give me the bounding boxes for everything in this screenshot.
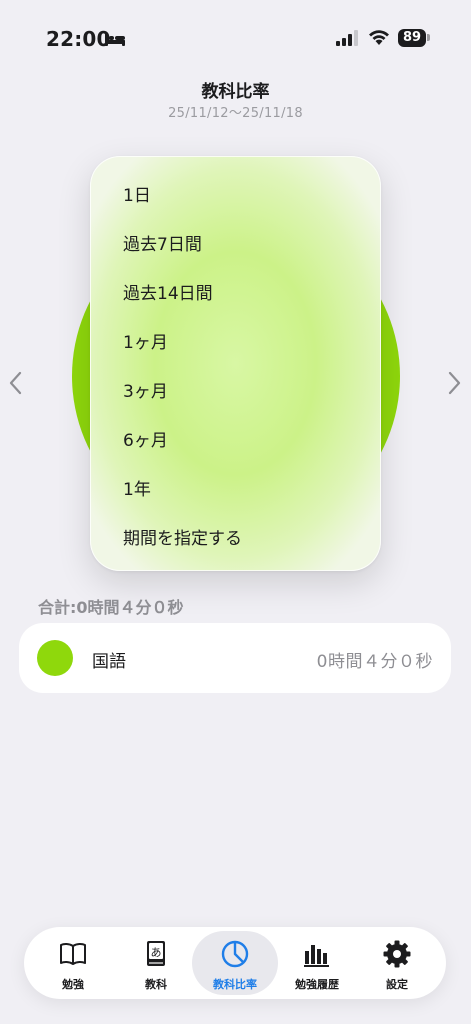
menu-item-custom-range[interactable]: 期間を指定する bbox=[123, 524, 242, 549]
menu-item-6-months[interactable]: 6ヶ月 bbox=[123, 426, 168, 451]
tab-subject-ratio[interactable]: 教科比率 bbox=[192, 931, 278, 995]
tab-settings[interactable]: 設定 bbox=[354, 931, 440, 995]
page-title: 教科比率 bbox=[201, 82, 270, 102]
menu-item-1-month[interactable]: 1ヶ月 bbox=[123, 328, 168, 353]
tab-study-history-label: 勉強履歴 bbox=[295, 978, 339, 991]
tab-bar: 勉強 あ 教科 教科比率 勉強履歴 設定 bbox=[24, 927, 446, 999]
chevron-right-icon[interactable] bbox=[444, 370, 464, 396]
book-icon bbox=[60, 942, 86, 965]
bed-icon bbox=[105, 33, 125, 46]
period-menu: 1日 過去7日間 過去14日間 1ヶ月 3ヶ月 6ヶ月 1年 期間を指定する bbox=[90, 156, 381, 571]
subject-name: 国語 bbox=[92, 652, 126, 672]
tab-subject-ratio-label: 教科比率 bbox=[213, 978, 257, 991]
subject-time: 0時間４分０秒 bbox=[316, 652, 433, 672]
menu-item-3-months[interactable]: 3ヶ月 bbox=[123, 377, 168, 402]
subject-color-dot bbox=[37, 640, 73, 676]
status-time: 22:00 bbox=[46, 27, 111, 51]
tab-subjects[interactable]: あ 教科 bbox=[113, 931, 199, 995]
signal-icon bbox=[336, 30, 358, 46]
menu-item-7-days[interactable]: 過去7日間 bbox=[123, 230, 202, 255]
battery-indicator: 89 bbox=[398, 29, 426, 47]
tab-settings-label: 設定 bbox=[386, 978, 408, 991]
tab-subjects-label: 教科 bbox=[145, 978, 167, 991]
date-range: 25/11/12～25/11/18 bbox=[168, 106, 303, 121]
bar-chart-icon bbox=[304, 945, 329, 967]
battery-cap bbox=[427, 34, 430, 41]
status-bar: 22:00 89 bbox=[0, 0, 471, 76]
wifi-icon bbox=[369, 30, 389, 45]
pie-chart-icon bbox=[221, 940, 249, 968]
menu-item-14-days[interactable]: 過去14日間 bbox=[123, 279, 213, 304]
kana-book-icon: あ bbox=[147, 941, 165, 966]
svg-text:あ: あ bbox=[151, 946, 162, 959]
subject-row[interactable]: 国語 0時間４分０秒 bbox=[19, 623, 451, 693]
tab-study[interactable]: 勉強 bbox=[30, 931, 116, 995]
chevron-left-icon[interactable] bbox=[6, 370, 26, 396]
screen: 22:00 89 教科比率 25/11/12～25/11/18 1日 過去7日間… bbox=[0, 0, 471, 1024]
gear-icon bbox=[383, 940, 411, 968]
tab-study-label: 勉強 bbox=[62, 978, 84, 991]
menu-item-1-year[interactable]: 1年 bbox=[123, 475, 151, 500]
menu-item-1-day[interactable]: 1日 bbox=[123, 181, 151, 206]
total-time: 合計:0時間４分０秒 bbox=[38, 598, 184, 617]
tab-study-history[interactable]: 勉強履歴 bbox=[274, 931, 360, 995]
